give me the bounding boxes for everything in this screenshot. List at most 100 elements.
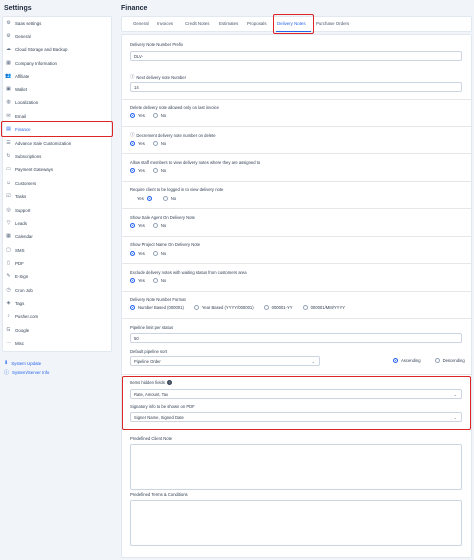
gear-icon: ⚙	[6, 20, 11, 26]
tab-credit-notes[interactable]: Credit Notes	[185, 21, 209, 26]
number-format-label: Delivery Note Number Format	[130, 297, 186, 302]
delete-last-label: Delete delivery note allowed only on las…	[130, 105, 219, 110]
divider	[121, 263, 472, 264]
staff-view-label: Allow staff members to view delivery not…	[130, 160, 261, 165]
format-number-based[interactable]: Number Based (000001)	[130, 305, 184, 310]
divider	[121, 153, 472, 154]
sidebar-item-localization[interactable]: ◍ Localization	[2, 96, 108, 108]
settings-sidebar: Settings ⚙ Saas settings ⚙ General ☁ Cloud …	[0, 0, 114, 560]
download-icon: ⬇	[4, 360, 9, 366]
sidebar-item-misc[interactable]: ⋯ Misc	[2, 337, 108, 349]
sidebar-item-e-sign[interactable]: ✎ E-Sign	[2, 270, 108, 282]
format-year-based[interactable]: Year Based (YYYY/000001)	[193, 305, 254, 310]
format-number-mm-yyyy[interactable]: 000001/MM/YYYY	[302, 305, 345, 310]
sliders-icon: ☰	[6, 140, 11, 146]
sort-ascending[interactable]: Ascending	[393, 358, 421, 363]
require-login-label: Require client to be logged in to view d…	[130, 187, 224, 192]
info-icon: ⓘ	[4, 370, 10, 376]
tab-proposals[interactable]: Proposals	[247, 21, 267, 26]
wallet-icon: ▣	[6, 86, 11, 92]
divider	[121, 291, 472, 292]
page-title: Finance	[121, 5, 148, 12]
delivery-notes-highlight-box	[273, 14, 314, 34]
users-icon: 👥	[5, 73, 12, 79]
delete-last-radios: Yes No	[130, 113, 174, 118]
pipeline-limit-input[interactable]: 50	[130, 333, 462, 343]
decrement-no[interactable]: No	[152, 141, 166, 146]
exclude-waiting-yes[interactable]: Yes	[130, 278, 145, 283]
sidebar-item-tasks[interactable]: ☑ Tasks	[2, 190, 108, 202]
terms-textarea[interactable]	[130, 500, 462, 546]
delete-last-yes[interactable]: Yes	[130, 113, 145, 118]
delete-last-no[interactable]: No	[152, 113, 166, 118]
staff-view-no[interactable]: No	[152, 168, 166, 173]
tab-purchase-orders[interactable]: Purchase Orders	[316, 21, 349, 26]
exclude-waiting-no[interactable]: No	[152, 278, 166, 283]
sidebar-item-saas-settings[interactable]: ⚙ Saas settings	[2, 17, 108, 29]
exclude-waiting-label: Exclude delivery notes with waiting stat…	[130, 270, 247, 275]
google-icon: G	[6, 327, 11, 333]
show-sale-agent-no[interactable]: No	[152, 223, 166, 228]
message-icon: ▢	[6, 247, 11, 253]
require-login-yes[interactable]: Yes	[137, 196, 155, 201]
decrement-yes[interactable]: Yes	[130, 141, 145, 146]
show-sale-agent-yes[interactable]: Yes	[130, 223, 145, 228]
sidebar-item-cron-job[interactable]: ◷ Cron Job	[2, 284, 108, 296]
sidebar-item-cloud-storage[interactable]: ☁ Cloud Storage and Backup	[2, 43, 108, 55]
show-project-no[interactable]: No	[152, 251, 166, 256]
client-note-textarea[interactable]	[130, 444, 462, 490]
tag-icon: ◈	[6, 300, 11, 306]
sidebar-item-affiliate[interactable]: 👥 Affiliate	[2, 70, 108, 82]
divider	[121, 181, 472, 182]
number-format-radios: Number Based (000001) Year Based (YYYY/0…	[130, 305, 353, 310]
globe-icon: ◍	[6, 99, 11, 105]
sidebar-item-pusher[interactable]: ♪ Pusher.com	[2, 310, 108, 322]
pipeline-sort-direction: Ascending Descending	[393, 358, 473, 363]
sidebar-title: Settings	[4, 5, 32, 12]
sidebar-item-google[interactable]: G Google	[2, 324, 108, 336]
sidebar-item-payment-gateways[interactable]: ▭ Payment Gateways	[2, 163, 108, 175]
show-project-yes[interactable]: Yes	[130, 251, 145, 256]
decrement-radios: Yes No	[130, 141, 174, 146]
sidebar-item-advance-sale-customization[interactable]: ☰ Advance Sale Customization	[2, 137, 108, 149]
next-number-input[interactable]: 14	[130, 82, 462, 92]
prefix-input[interactable]: DLV-	[130, 51, 462, 61]
show-sale-agent-label: Show Sale Agent On Delivery Note	[130, 215, 195, 220]
format-number-yy[interactable]: 000001-YY	[263, 305, 293, 310]
sidebar-item-wallet[interactable]: ▣ Wallet	[2, 83, 108, 95]
divider	[121, 126, 472, 127]
sidebar-item-support[interactable]: ◎ Support	[2, 204, 108, 216]
chevron-down-icon: ⌄	[311, 358, 315, 364]
divider	[121, 236, 472, 237]
sidebar-item-sms[interactable]: ▢ SMS	[2, 244, 108, 256]
sidebar-item-pdf[interactable]: ▯ PDF	[2, 257, 108, 269]
funnel-icon: ▽	[6, 220, 11, 226]
sidebar-item-company-information[interactable]: ▦ Company Information	[2, 57, 108, 69]
sidebar-item-leads[interactable]: ▽ Leads	[2, 217, 108, 229]
sidebar-item-customers[interactable]: ☺ Customers	[2, 177, 108, 189]
cloud-icon: ☁	[6, 46, 11, 52]
tab-general[interactable]: General	[133, 21, 149, 26]
help-icon: ⓘ	[130, 74, 135, 79]
building-icon: ▦	[6, 60, 11, 66]
tab-estimates[interactable]: Estimates	[219, 21, 238, 26]
sidebar-item-calendar[interactable]: ▦ Calendar	[2, 230, 108, 242]
credit-card-icon: ▭	[6, 166, 11, 172]
sidebar-item-subscriptions[interactable]: ↻ Subscriptions	[2, 150, 108, 162]
terms-label: Predefined Terms & Conditions	[130, 492, 188, 497]
pipeline-sort-select[interactable]: Pipeline Order ⌄	[130, 356, 320, 366]
sort-descending[interactable]: Descending	[434, 358, 465, 363]
system-update-link[interactable]: ⬇ System Update	[4, 360, 41, 366]
finance-highlight-box	[1, 121, 113, 137]
cog-icon: ⚙	[6, 33, 11, 39]
hidden-fields-highlight-box	[122, 376, 471, 430]
require-login-no[interactable]: No	[162, 196, 176, 201]
tab-invoices[interactable]: Invoices	[157, 21, 173, 26]
sidebar-item-tags[interactable]: ◈ Tags	[2, 297, 108, 309]
user-group-icon: ☺	[5, 180, 12, 186]
system-server-info-link[interactable]: ⓘ System/Server Info	[4, 369, 49, 376]
show-project-label: Show Project Name On Delivery Note	[130, 242, 201, 247]
divider	[121, 374, 472, 375]
sidebar-item-general[interactable]: ⚙ General	[2, 30, 108, 42]
staff-view-yes[interactable]: Yes	[130, 168, 145, 173]
